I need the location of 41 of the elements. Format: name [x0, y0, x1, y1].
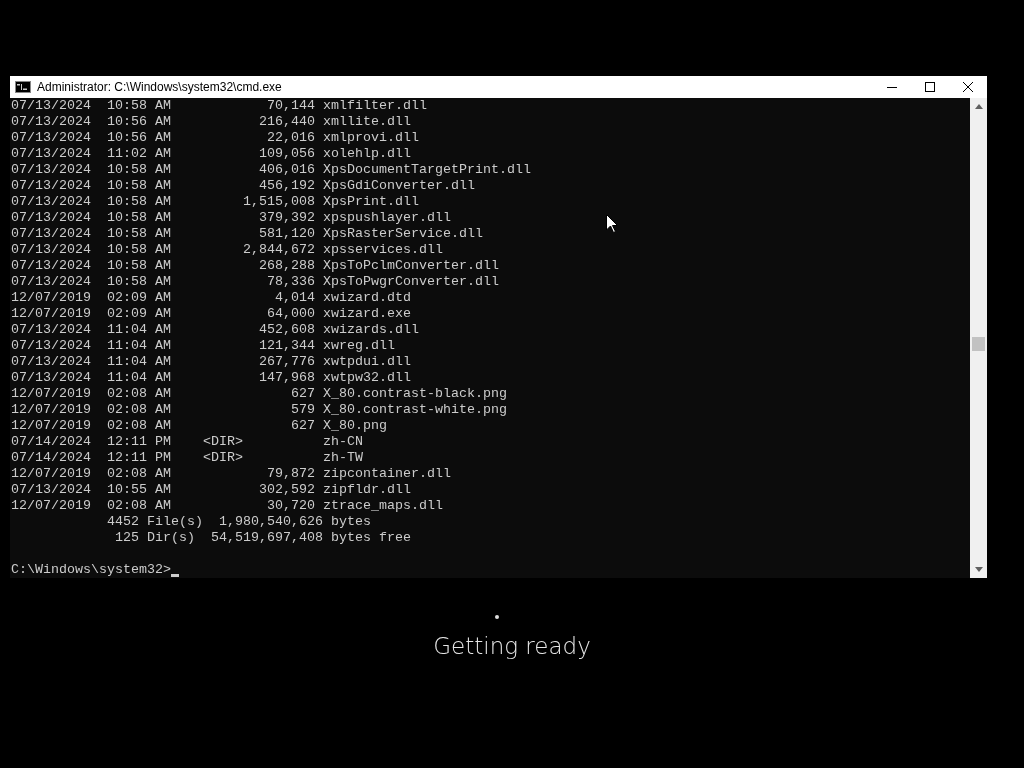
summary-line: 125 Dir(s) 54,519,697,408 bytes free [113, 530, 411, 546]
directory-entry: 07/13/2024 10:58 AM 2,844,672 xpsservices.dll [11, 242, 443, 258]
directory-entry: 07/13/2024 10:58 AM 456,192 XpsGdiConverter.dll [11, 178, 475, 194]
scroll-thumb[interactable] [972, 337, 985, 351]
directory-entry: 12/07/2019 02:08 AM 627 X_80.contrast-black.png [11, 386, 507, 402]
scrollbar[interactable] [970, 98, 987, 578]
directory-entry: 12/07/2019 02:08 AM 627 X_80.png [11, 418, 387, 434]
directory-entry: 07/13/2024 10:55 AM 302,592 zipfldr.dll [11, 482, 411, 498]
directory-entry: 07/13/2024 10:58 AM 70,144 xmlfilter.dll [11, 98, 427, 114]
command-prompt: C:\Windows\system32> [11, 562, 171, 578]
summary-line: 4452 File(s) 1,980,540,626 bytes [105, 514, 371, 530]
directory-entry: 07/13/2024 11:04 AM 147,968 xwtpw32.dll [11, 370, 411, 386]
directory-entry: 07/13/2024 10:58 AM 581,120 XpsRasterService.dll [11, 226, 483, 242]
directory-entry: 07/13/2024 10:58 AM 379,392 xpspushlayer.dll [11, 210, 451, 226]
directory-entry: 12/07/2019 02:08 AM 579 X_80.contrast-white.png [11, 402, 507, 418]
loading-dot [495, 615, 499, 619]
scroll-down-icon[interactable] [974, 567, 983, 572]
window-title: Administrator: C:\Windows\system32\cmd.exe [37, 80, 282, 94]
directory-entry: 12/07/2019 02:08 AM 79,872 zipcontainer.dll [11, 466, 451, 482]
directory-entry: 12/07/2019 02:09 AM 64,000 xwizard.exe [11, 306, 411, 322]
scroll-up-icon[interactable] [974, 104, 983, 109]
directory-entry: 07/13/2024 10:58 AM 406,016 XpsDocumentTargetPrint.dll [11, 162, 531, 178]
directory-entry: 07/13/2024 10:58 AM 1,515,008 XpsPrint.dll [11, 194, 419, 210]
maximize-icon [925, 82, 935, 92]
close-icon [963, 82, 973, 92]
directory-entry: 07/14/2024 12:11 PM <DIR> zh-TW [11, 450, 363, 466]
directory-entry: 07/13/2024 10:58 AM 268,288 XpsToPclmConverter.dll [11, 258, 499, 274]
directory-entry: 07/14/2024 12:11 PM <DIR> zh-CN [11, 434, 363, 450]
directory-entry: 07/13/2024 10:56 AM 22,016 xmlprovi.dll [11, 130, 419, 146]
text-cursor [170, 574, 179, 577]
directory-entry: 07/13/2024 11:04 AM 121,344 xwreg.dll [11, 338, 395, 354]
directory-entry: 07/13/2024 10:58 AM 78,336 XpsToPwgrConverter.dll [11, 274, 499, 290]
mouse-pointer-icon [606, 214, 618, 233]
status-text: Getting ready [433, 633, 591, 659]
directory-entry: 12/07/2019 02:08 AM 30,720 ztrace_maps.dll [11, 498, 443, 514]
directory-entry: 07/13/2024 11:04 AM 452,608 xwizards.dll [11, 322, 419, 338]
terminal-icon [15, 81, 31, 93]
directory-entry: 12/07/2019 02:09 AM 4,014 xwizard.dtd [11, 290, 411, 306]
directory-entry: 07/13/2024 11:02 AM 109,056 xolehlp.dll [11, 146, 411, 162]
directory-entry: 07/13/2024 10:56 AM 216,440 xmllite.dll [11, 114, 411, 130]
directory-entry: 07/13/2024 11:04 AM 267,776 xwtpdui.dll [11, 354, 411, 370]
